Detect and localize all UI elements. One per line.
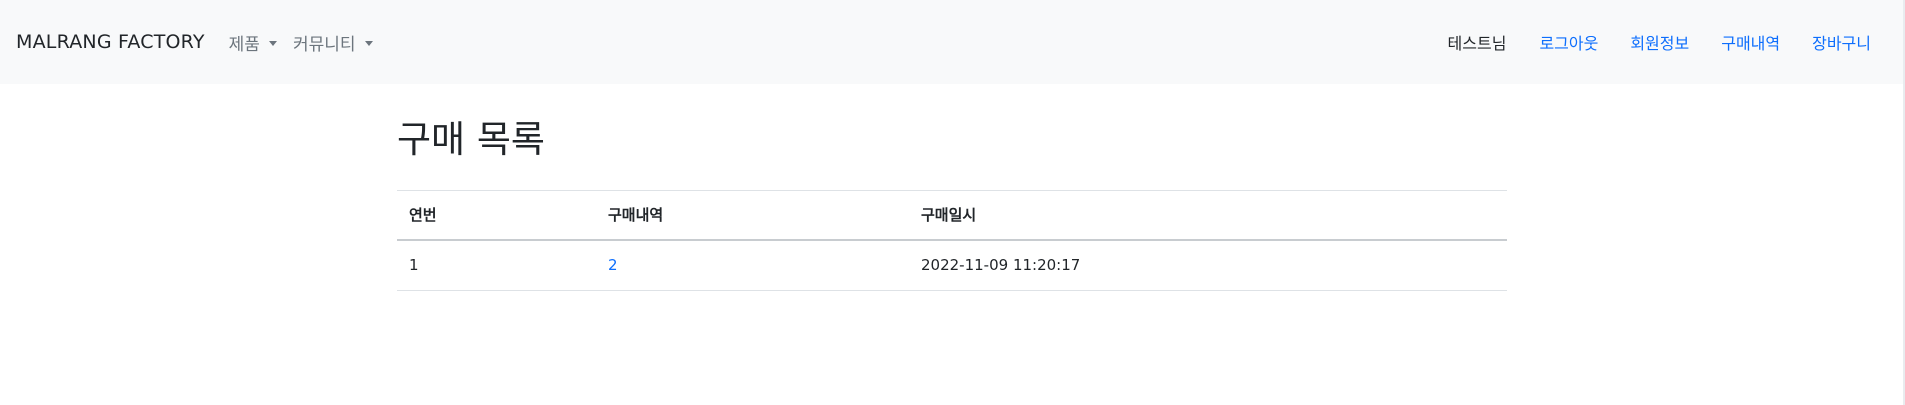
user-greeting: 테스트님 bbox=[1447, 34, 1507, 53]
cart-link[interactable]: 장바구니 bbox=[1812, 30, 1871, 54]
logout-link[interactable]: 로그아웃 bbox=[1539, 30, 1598, 54]
table-row: 1 2 2022-11-09 11:20:17 bbox=[397, 239, 1507, 291]
purchase-table: 연번 구매내역 구매일시 1 2 2022-11-09 11:20:17 bbox=[397, 190, 1507, 291]
chevron-down-icon bbox=[364, 40, 373, 46]
main-content: 구매 목록 연번 구매내역 구매일시 1 2 2022-11-09 11:20:… bbox=[397, 84, 1507, 291]
products-dropdown[interactable]: 제품 bbox=[229, 30, 277, 55]
purchase-history-link[interactable]: 구매내역 bbox=[1721, 30, 1780, 54]
column-header-date: 구매일시 bbox=[909, 190, 1507, 241]
member-info-link[interactable]: 회원정보 bbox=[1630, 30, 1689, 54]
top-navbar: MALRANG FACTORY 제품 커뮤니티 테스트님 로그아웃 회원정보 구… bbox=[0, 0, 1905, 84]
table-header-row: 연번 구매내역 구매일시 bbox=[397, 190, 1507, 241]
column-header-purchase: 구매내역 bbox=[596, 190, 909, 241]
products-dropdown-label: 제품 bbox=[228, 34, 260, 55]
page-title: 구매 목록 bbox=[397, 118, 545, 161]
brand-logo-link[interactable]: MALRANG FACTORY bbox=[16, 31, 205, 53]
main-menu: 제품 커뮤니티 bbox=[229, 30, 389, 55]
chevron-down-icon bbox=[268, 40, 277, 46]
purchase-detail-link[interactable]: 2 bbox=[608, 256, 618, 274]
column-header-index: 연번 bbox=[397, 190, 596, 241]
cell-date: 2022-11-09 11:20:17 bbox=[909, 239, 1507, 291]
community-dropdown[interactable]: 커뮤니티 bbox=[293, 30, 373, 55]
cell-purchase: 2 bbox=[596, 239, 909, 291]
community-dropdown-label: 커뮤니티 bbox=[292, 34, 356, 55]
user-menu: 테스트님 로그아웃 회원정보 구매내역 장바구니 bbox=[1448, 30, 1889, 54]
cell-index: 1 bbox=[397, 239, 596, 291]
